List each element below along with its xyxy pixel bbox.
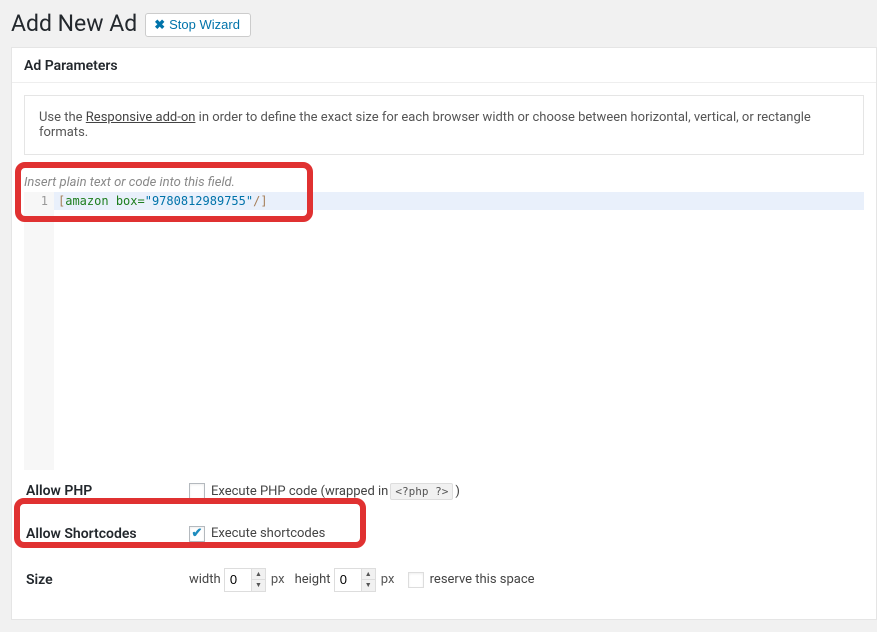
page-header: Add New Ad ✖ Stop Wizard [0,0,877,47]
code-token-bracket-close: ] [260,194,267,208]
code-line-1[interactable]: [amazon box="9780812989755"/] [54,192,864,210]
stop-wizard-label: Stop Wizard [169,17,240,32]
width-label: width [189,572,221,587]
php-tag-chip: <?php ?> [390,483,453,500]
stop-wizard-button[interactable]: ✖ Stop Wizard [145,13,251,37]
allow-shortcodes-desc: Execute shortcodes [211,526,325,541]
option-control-allow-shortcodes: Execute shortcodes [189,526,864,542]
height-input-wrap: ▲▼ [334,568,376,592]
reserve-space-label: reserve this space [430,572,535,587]
width-spinner[interactable]: ▲▼ [251,569,265,591]
option-row-allow-shortcodes-wrap: Allow Shortcodes Execute shortcodes [24,513,864,555]
notice-text-pre: Use the [39,110,86,125]
code-gutter: 1 [24,192,54,470]
ad-parameters-panel: Ad Parameters Use the Responsive add-on … [11,47,877,620]
option-row-allow-shortcodes: Allow Shortcodes Execute shortcodes [24,513,864,555]
option-label-allow-php: Allow PHP [26,483,189,499]
code-token-attr: box= [116,194,145,208]
code-token-string: "9780812989755" [145,194,253,208]
panel-body: Use the Responsive add-on in order to de… [12,83,876,619]
panel-header: Ad Parameters [12,48,876,83]
code-token-tag: amazon [65,194,108,208]
chevron-up-icon[interactable]: ▲ [251,569,265,581]
responsive-addon-link[interactable]: Responsive add-on [86,110,196,125]
option-control-size: width ▲▼ px height ▲▼ px reserve this sp… [189,568,864,592]
width-unit: px [271,572,285,587]
responsive-addon-notice: Use the Responsive add-on in order to de… [24,95,864,155]
allow-shortcodes-checkbox[interactable] [189,526,205,542]
panel-title: Ad Parameters [24,58,864,74]
code-editor-area: Insert plain text or code into this fiel… [24,173,864,470]
chevron-down-icon[interactable]: ▼ [251,580,265,591]
option-label-allow-shortcodes: Allow Shortcodes [26,526,189,542]
chevron-up-icon[interactable]: ▲ [361,569,375,581]
height-unit: px [381,572,395,587]
close-icon: ✖ [154,17,165,33]
height-spinner[interactable]: ▲▼ [361,569,375,591]
reserve-space-checkbox[interactable] [408,572,424,588]
page-title: Add New Ad [11,9,137,39]
option-label-size: Size [26,572,189,588]
allow-php-desc-post: ) [455,484,460,499]
chevron-down-icon[interactable]: ▼ [361,580,375,591]
options-table: Allow PHP Execute PHP code (wrapped in <… [24,470,864,605]
height-label: height [295,572,331,587]
width-input-wrap: ▲▼ [224,568,266,592]
code-editor[interactable]: 1 [amazon box="9780812989755"/] [24,192,864,470]
option-row-allow-php: Allow PHP Execute PHP code (wrapped in <… [24,470,864,513]
editor-placeholder-hint: Insert plain text or code into this fiel… [24,173,864,192]
option-row-size: Size width ▲▼ px height ▲▼ px [24,555,864,605]
line-number: 1 [24,194,48,208]
allow-php-desc-pre: Execute PHP code (wrapped in [211,484,388,499]
code-lines[interactable]: [amazon box="9780812989755"/] [54,192,864,470]
allow-php-checkbox[interactable] [189,483,205,499]
option-control-allow-php: Execute PHP code (wrapped in <?php ?> ) [189,483,864,500]
